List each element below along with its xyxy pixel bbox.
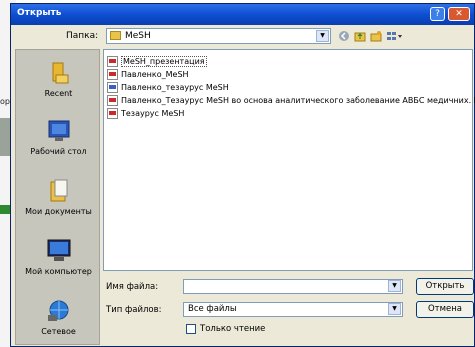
file-item[interactable]: Павленко_МеSH — [107, 69, 189, 81]
open-button[interactable]: Открыть — [416, 278, 474, 295]
place-computer[interactable]: Мой компьютер — [16, 238, 101, 276]
filename-input[interactable]: ▼ — [183, 279, 403, 294]
place-computer-label: Мой компьютер — [25, 267, 92, 276]
chevron-down-icon[interactable]: ▼ — [388, 303, 401, 315]
readonly-checkbox[interactable] — [186, 324, 196, 334]
folder-icon — [110, 31, 121, 40]
cancel-button[interactable]: Отмена — [416, 301, 474, 318]
file-icon — [107, 108, 118, 119]
place-documents[interactable]: Мои документы — [16, 178, 101, 216]
readonly-label: Только чтение — [200, 324, 266, 334]
chevron-down-icon[interactable]: ▼ — [316, 30, 329, 42]
lookin-select[interactable]: МеSH ▼ — [106, 28, 331, 44]
place-documents-label: Мои документы — [25, 207, 92, 216]
file-icon — [107, 56, 118, 67]
lookin-label: Папка: — [66, 31, 99, 41]
title-bar[interactable]: Открыть ? ✕ — [11, 4, 474, 25]
filename-label: Имя файла: — [106, 282, 159, 292]
place-desktop-label: Рабочий стол — [30, 147, 87, 156]
file-icon — [107, 69, 118, 80]
file-icon — [107, 95, 118, 106]
file-item[interactable]: МеSH_презентация — [107, 56, 207, 68]
place-recent-label: Recent — [44, 89, 73, 98]
places-bar: Recent Рабочий стол Мои документы Мой ко… — [15, 49, 100, 345]
place-network[interactable]: Сетевое — [16, 298, 101, 336]
lookin-value: МеSH — [125, 31, 151, 41]
place-network-label: Сетевое — [41, 327, 76, 336]
open-file-dialog: Открыть ? ✕ Папка: МеSH ▼ Recent Рабочий… — [10, 3, 475, 347]
file-item[interactable]: Тезаурус МеSH — [107, 108, 184, 120]
file-name: Павленко_МеSH — [121, 70, 189, 79]
file-item[interactable]: Павленко_Тезаурус МеSH во основа аналити… — [107, 95, 475, 107]
network-icon — [45, 298, 73, 324]
back-icon[interactable] — [338, 30, 350, 42]
file-name: Павленко_тезаурус МеSH — [121, 83, 229, 92]
background-text-fragment: ор — [0, 97, 10, 106]
documents-icon — [45, 178, 73, 204]
filetype-select[interactable]: Все файлы ▼ — [183, 302, 403, 317]
new-folder-icon[interactable] — [370, 30, 382, 42]
file-list[interactable]: МеSH_презентация Павленко_МеSH Павленко_… — [103, 49, 475, 271]
computer-icon — [45, 238, 73, 264]
help-button[interactable]: ? — [430, 7, 445, 21]
desktop-icon — [45, 118, 73, 144]
chevron-down-icon[interactable]: ▼ — [388, 280, 401, 292]
up-folder-icon[interactable] — [354, 30, 366, 42]
filetype-label: Тип файлов: — [106, 305, 162, 315]
place-desktop[interactable]: Рабочий стол — [16, 118, 101, 156]
filetype-value: Все файлы — [188, 304, 237, 314]
file-item[interactable]: Павленко_тезаурус МеSH — [107, 82, 229, 94]
dialog-title: Открыть — [17, 8, 62, 18]
file-name: Тезаурус МеSH — [121, 109, 185, 118]
file-name: МеSH_презентация — [121, 56, 207, 67]
recent-icon — [45, 60, 73, 86]
file-name: Павленко_Тезаурус МеSH во основа аналити… — [121, 96, 475, 105]
file-icon — [107, 82, 118, 93]
place-recent[interactable]: Recent — [16, 60, 101, 98]
close-button[interactable]: ✕ — [448, 7, 470, 21]
views-menu-icon[interactable] — [386, 30, 404, 42]
